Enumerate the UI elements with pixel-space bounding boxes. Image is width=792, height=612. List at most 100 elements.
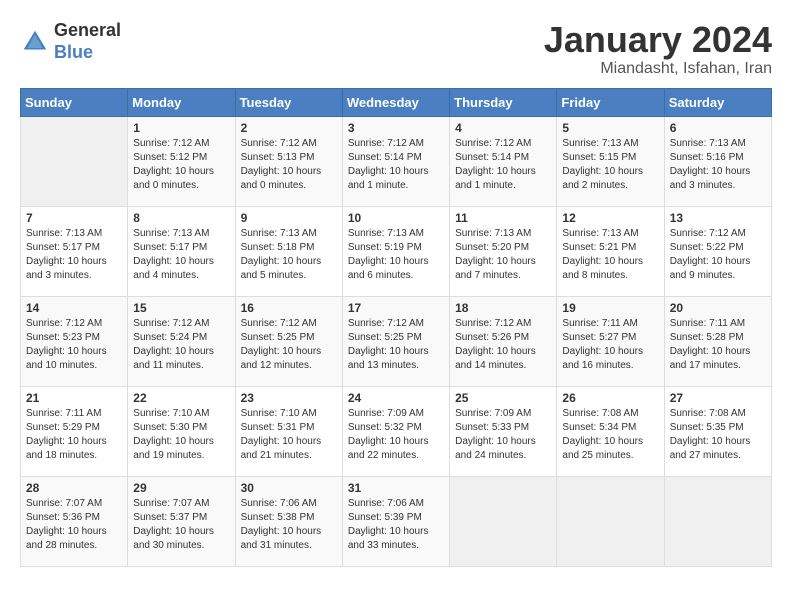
header-row: SundayMondayTuesdayWednesdayThursdayFrid… [21,88,772,116]
day-number: 20 [670,301,766,315]
day-number: 24 [348,391,444,405]
day-info: Sunrise: 7:08 AM Sunset: 5:35 PM Dayligh… [670,407,766,463]
header-sunday: Sunday [21,88,128,116]
calendar-cell: 18 Sunrise: 7:12 AM Sunset: 5:26 PM Dayli… [450,296,557,386]
day-info: Sunrise: 7:12 AM Sunset: 5:14 PM Dayligh… [348,137,444,193]
day-number: 5 [562,121,658,135]
day-number: 13 [670,211,766,225]
day-info: Sunrise: 7:12 AM Sunset: 5:25 PM Dayligh… [241,317,337,373]
calendar-cell: 19Sunrise: 7:11 AM Sunset: 5:27 PM Dayli… [557,296,664,386]
day-number: 8 [133,211,229,225]
day-number: 14 [26,301,122,315]
week-row-5: 28Sunrise: 7:07 AM Sunset: 5:36 PM Dayli… [21,476,772,566]
calendar-cell: 28Sunrise: 7:07 AM Sunset: 5:36 PM Dayli… [21,476,128,566]
day-info: Sunrise: 7:12 AM Sunset: 5:14 PM Dayligh… [455,137,551,193]
calendar-cell: 14 Sunrise: 7:12 AM Sunset: 5:23 PM Dayli… [21,296,128,386]
calendar-cell: 23 Sunrise: 7:10 AM Sunset: 5:31 PM Dayli… [235,386,342,476]
calendar-cell: 1Sunrise: 7:12 AM Sunset: 5:12 PM Daylig… [128,116,235,206]
day-info: Sunrise: 7:13 AM Sunset: 5:17 PM Dayligh… [133,227,229,283]
calendar-cell: 7Sunrise: 7:13 AM Sunset: 5:17 PM Daylig… [21,206,128,296]
day-info: Sunrise: 7:12 AM Sunset: 5:13 PM Dayligh… [241,137,337,193]
day-info: Sunrise: 7:13 AM Sunset: 5:16 PM Dayligh… [670,137,766,193]
title-area: January 2024 Miandasht, Isfahan, Iran [544,20,772,78]
calendar-cell: 27 Sunrise: 7:08 AM Sunset: 5:35 PM Dayli… [664,386,771,476]
calendar-table: SundayMondayTuesdayWednesdayThursdayFrid… [20,88,772,567]
day-info: Sunrise: 7:06 AM Sunset: 5:39 PM Dayligh… [348,497,444,553]
logo-icon [20,27,50,57]
page-header: General Blue January 2024 Miandasht, Isf… [20,20,772,78]
header-monday: Monday [128,88,235,116]
day-info: Sunrise: 7:11 AM Sunset: 5:29 PM Dayligh… [26,407,122,463]
calendar-cell: 30 Sunrise: 7:06 AM Sunset: 5:38 PM Dayli… [235,476,342,566]
calendar-cell: 20Sunrise: 7:11 AM Sunset: 5:28 PM Dayli… [664,296,771,386]
calendar-cell: 15 Sunrise: 7:12 AM Sunset: 5:24 PM Dayli… [128,296,235,386]
calendar-cell: 6 Sunrise: 7:13 AM Sunset: 5:16 PM Daylig… [664,116,771,206]
day-number: 22 [133,391,229,405]
day-info: Sunrise: 7:13 AM Sunset: 5:15 PM Dayligh… [562,137,658,193]
day-info: Sunrise: 7:12 AM Sunset: 5:12 PM Dayligh… [133,137,229,193]
day-info: Sunrise: 7:10 AM Sunset: 5:30 PM Dayligh… [133,407,229,463]
day-info: Sunrise: 7:13 AM Sunset: 5:20 PM Dayligh… [455,227,551,283]
day-info: Sunrise: 7:12 AM Sunset: 5:22 PM Dayligh… [670,227,766,283]
calendar-cell: 16 Sunrise: 7:12 AM Sunset: 5:25 PM Dayli… [235,296,342,386]
calendar-header: SundayMondayTuesdayWednesdayThursdayFrid… [21,88,772,116]
week-row-1: 1Sunrise: 7:12 AM Sunset: 5:12 PM Daylig… [21,116,772,206]
day-info: Sunrise: 7:09 AM Sunset: 5:32 PM Dayligh… [348,407,444,463]
week-row-2: 7 Sunrise: 7:13 AM Sunset: 5:17 PM Daylig… [21,206,772,296]
day-number: 27 [670,391,766,405]
calendar-cell: 2Sunrise: 7:12 AM Sunset: 5:13 PM Daylig… [235,116,342,206]
day-number: 15 [133,301,229,315]
calendar-body: 1Sunrise: 7:12 AM Sunset: 5:12 PM Daylig… [21,116,772,566]
day-number: 7 [26,211,122,225]
logo: General Blue [20,20,121,63]
day-number: 23 [241,391,337,405]
day-number: 4 [455,121,551,135]
day-number: 19 [562,301,658,315]
day-number: 11 [455,211,551,225]
calendar-cell: 22 Sunrise: 7:10 AM Sunset: 5:30 PM Dayli… [128,386,235,476]
day-info: Sunrise: 7:12 AM Sunset: 5:25 PM Dayligh… [348,317,444,373]
month-title: January 2024 [544,20,772,60]
calendar-cell: 3Sunrise: 7:12 AM Sunset: 5:14 PM Daylig… [342,116,449,206]
day-number: 16 [241,301,337,315]
calendar-cell: 10 Sunrise: 7:13 AM Sunset: 5:19 PM Dayli… [342,206,449,296]
day-number: 6 [670,121,766,135]
calendar-cell: 21 Sunrise: 7:11 AM Sunset: 5:29 PM Dayli… [21,386,128,476]
calendar-cell: 8 Sunrise: 7:13 AM Sunset: 5:17 PM Daylig… [128,206,235,296]
day-info: Sunrise: 7:09 AM Sunset: 5:33 PM Dayligh… [455,407,551,463]
day-info: Sunrise: 7:06 AM Sunset: 5:38 PM Dayligh… [241,497,337,553]
calendar-cell: 17 Sunrise: 7:12 AM Sunset: 5:25 PM Dayli… [342,296,449,386]
calendar-cell: 25Sunrise: 7:09 AM Sunset: 5:33 PM Dayli… [450,386,557,476]
day-number: 17 [348,301,444,315]
day-info: Sunrise: 7:08 AM Sunset: 5:34 PM Dayligh… [562,407,658,463]
calendar-cell [450,476,557,566]
day-info: Sunrise: 7:13 AM Sunset: 5:19 PM Dayligh… [348,227,444,283]
day-info: Sunrise: 7:12 AM Sunset: 5:24 PM Dayligh… [133,317,229,373]
calendar-cell: 13 Sunrise: 7:12 AM Sunset: 5:22 PM Dayli… [664,206,771,296]
calendar-cell: 12Sunrise: 7:13 AM Sunset: 5:21 PM Dayli… [557,206,664,296]
day-info: Sunrise: 7:07 AM Sunset: 5:37 PM Dayligh… [133,497,229,553]
calendar-cell: 11 Sunrise: 7:13 AM Sunset: 5:20 PM Dayli… [450,206,557,296]
logo-text: General Blue [54,20,121,63]
calendar-cell: 5 Sunrise: 7:13 AM Sunset: 5:15 PM Daylig… [557,116,664,206]
day-number: 10 [348,211,444,225]
day-number: 9 [241,211,337,225]
header-friday: Friday [557,88,664,116]
calendar-cell [21,116,128,206]
calendar-cell: 31 Sunrise: 7:06 AM Sunset: 5:39 PM Dayli… [342,476,449,566]
header-wednesday: Wednesday [342,88,449,116]
calendar-cell: 29 Sunrise: 7:07 AM Sunset: 5:37 PM Dayli… [128,476,235,566]
day-info: Sunrise: 7:12 AM Sunset: 5:23 PM Dayligh… [26,317,122,373]
day-number: 21 [26,391,122,405]
header-saturday: Saturday [664,88,771,116]
day-number: 18 [455,301,551,315]
day-info: Sunrise: 7:10 AM Sunset: 5:31 PM Dayligh… [241,407,337,463]
day-number: 31 [348,481,444,495]
day-info: Sunrise: 7:12 AM Sunset: 5:26 PM Dayligh… [455,317,551,373]
day-info: Sunrise: 7:07 AM Sunset: 5:36 PM Dayligh… [26,497,122,553]
day-number: 30 [241,481,337,495]
day-number: 29 [133,481,229,495]
calendar-cell: 4 Sunrise: 7:12 AM Sunset: 5:14 PM Daylig… [450,116,557,206]
location-subtitle: Miandasht, Isfahan, Iran [544,60,772,78]
calendar-cell: 24 Sunrise: 7:09 AM Sunset: 5:32 PM Dayli… [342,386,449,476]
